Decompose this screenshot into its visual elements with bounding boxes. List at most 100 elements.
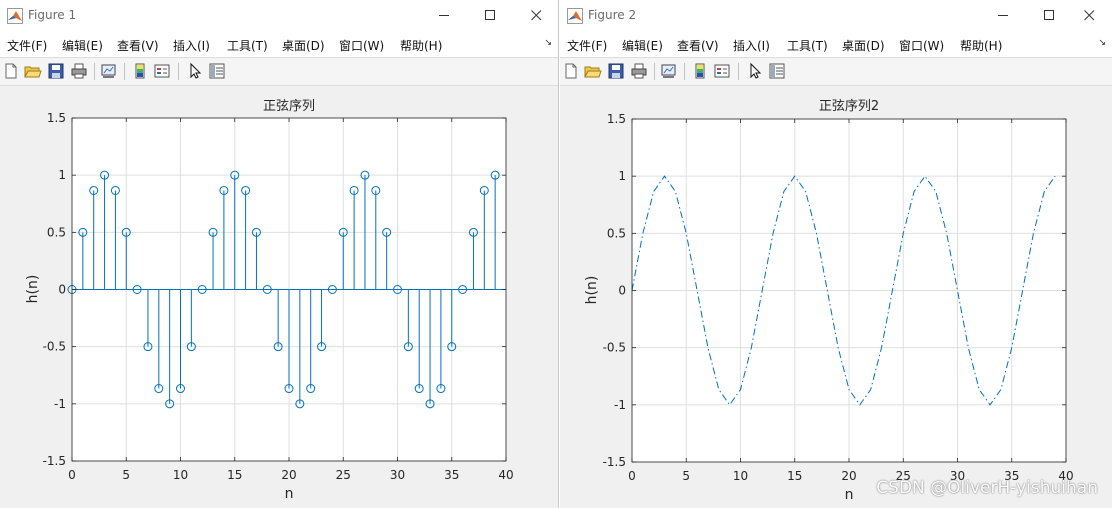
- toolbar-separator: [178, 63, 179, 80]
- menu-view[interactable]: 查看(V): [117, 37, 159, 54]
- y-tick-label: -1: [614, 398, 626, 412]
- toolbar-separator: [684, 63, 685, 80]
- matlab-logo-icon: [7, 8, 23, 24]
- property-inspector-icon[interactable]: [768, 62, 786, 80]
- x-tick-label: 35: [444, 468, 459, 482]
- y-tick-label: 1.5: [47, 111, 66, 125]
- close-icon: [531, 10, 542, 21]
- save-icon[interactable]: [47, 62, 65, 80]
- maximize-icon: [485, 10, 495, 20]
- x-tick-label: 10: [173, 468, 188, 482]
- close-icon: [1084, 10, 1095, 21]
- matlab-logo-icon: [567, 8, 583, 24]
- print-icon[interactable]: [70, 62, 88, 80]
- link-plot-icon[interactable]: [660, 62, 678, 80]
- close-button[interactable]: [1066, 0, 1112, 31]
- minimize-icon: [998, 15, 1008, 16]
- menu-window[interactable]: 窗口(W): [899, 37, 944, 54]
- save-icon[interactable]: [607, 62, 625, 80]
- open-icon[interactable]: [584, 62, 602, 80]
- menu-tools[interactable]: 工具(T): [787, 37, 828, 54]
- y-tick-label: -1.5: [603, 455, 626, 469]
- y-tick-label: -1.5: [43, 454, 66, 468]
- y-tick-label: 1.5: [607, 112, 626, 126]
- window-title: Figure 2: [588, 8, 637, 22]
- menu-insert[interactable]: 插入(I): [173, 37, 210, 54]
- menu-help[interactable]: 帮助(H): [400, 37, 442, 54]
- select-pointer-icon[interactable]: [746, 62, 764, 80]
- minimize-icon: [439, 15, 449, 16]
- colorbar-icon[interactable]: [131, 62, 149, 80]
- legend-icon[interactable]: [153, 62, 171, 80]
- y-axis-label: h(n): [25, 275, 41, 304]
- x-tick-label: 25: [336, 468, 351, 482]
- y-tick-label: 1: [58, 168, 66, 182]
- line-plot-canvas[interactable]: 0 5 10 15 20 25 30 35 401.510.50-0.5-1-1.5 正弦序列2…: [560, 88, 1112, 508]
- colorbar-icon[interactable]: [691, 62, 709, 80]
- menu-edit[interactable]: 编辑(E): [622, 37, 663, 54]
- x-tick-label: 30: [390, 468, 405, 482]
- y-tick-label: -0.5: [603, 341, 626, 355]
- toolbar-separator: [124, 63, 125, 80]
- new-figure-icon[interactable]: [562, 62, 580, 80]
- chart-title: 正弦序列2: [819, 98, 879, 114]
- menu-bar: 文件(F) 编辑(E) 查看(V) 插入(I) 工具(T) 桌面(D) 窗口(W…: [0, 31, 558, 57]
- figure-window-2: Figure 2 文件(F) 编辑(E) 查看(V) 插入(I) 工具(T) 桌…: [560, 0, 1112, 508]
- select-pointer-icon[interactable]: [186, 62, 204, 80]
- y-tick-label: 1: [618, 169, 626, 183]
- x-tick-label: 15: [787, 469, 802, 483]
- toolbar-separator: [654, 63, 655, 80]
- menu-insert[interactable]: 插入(I): [733, 37, 770, 54]
- menu-desktop[interactable]: 桌面(D): [282, 37, 325, 54]
- y-tick-label: 0: [618, 284, 626, 298]
- figure-toolbar: [0, 57, 558, 86]
- stem-plot-canvas[interactable]: 0 5 10 15 20 25 30 35 401.510.50-0.5-1-1.5 正弦序列 …: [0, 88, 558, 508]
- x-tick-label: 40: [498, 468, 513, 482]
- y-tick-label: -0.5: [43, 340, 66, 354]
- link-plot-icon[interactable]: [100, 62, 118, 80]
- maximize-icon: [1044, 10, 1054, 20]
- chart-title: 正弦序列: [263, 98, 315, 114]
- menu-file[interactable]: 文件(F): [567, 37, 607, 54]
- y-axis-label: h(n): [584, 276, 600, 305]
- y-tick-label: 0.5: [607, 226, 626, 240]
- menu-help[interactable]: 帮助(H): [960, 37, 1002, 54]
- new-figure-icon[interactable]: [2, 62, 20, 80]
- print-icon[interactable]: [630, 62, 648, 80]
- menu-desktop[interactable]: 桌面(D): [842, 37, 885, 54]
- x-tick-label: 10: [733, 469, 748, 483]
- menu-bar: 文件(F) 编辑(E) 查看(V) 插入(I) 工具(T) 桌面(D) 窗口(W…: [560, 31, 1112, 57]
- open-icon[interactable]: [24, 62, 42, 80]
- x-axis-label: n: [285, 486, 294, 502]
- close-button[interactable]: [513, 0, 558, 31]
- minimize-button[interactable]: [980, 0, 1026, 31]
- minimize-button[interactable]: [421, 0, 467, 31]
- toolbar-separator: [738, 63, 739, 80]
- figure-toolbar: [560, 57, 1112, 86]
- title-bar[interactable]: Figure 2: [560, 0, 1112, 31]
- y-tick-label: 0.5: [47, 225, 66, 239]
- menu-edit[interactable]: 编辑(E): [62, 37, 103, 54]
- menu-window[interactable]: 窗口(W): [339, 37, 384, 54]
- legend-icon[interactable]: [713, 62, 731, 80]
- menu-view[interactable]: 查看(V): [677, 37, 719, 54]
- menu-dock-arrow-icon[interactable]: ↘: [544, 38, 552, 48]
- x-tick-label: 20: [281, 468, 296, 482]
- title-bar[interactable]: Figure 1: [0, 0, 558, 31]
- x-tick-label: 5: [682, 469, 690, 483]
- y-tick-label: 0: [58, 283, 66, 297]
- x-tick-label: 0: [68, 468, 76, 482]
- x-axis-label: n: [845, 487, 854, 503]
- maximize-button[interactable]: [467, 0, 513, 31]
- y-tick-label: -1: [54, 397, 66, 411]
- menu-dock-arrow-icon[interactable]: ↘: [1098, 38, 1106, 48]
- x-tick-label: 0: [628, 469, 636, 483]
- x-tick-label: 15: [227, 468, 242, 482]
- menu-file[interactable]: 文件(F): [7, 37, 47, 54]
- window-title: Figure 1: [28, 8, 77, 22]
- x-tick-label: 20: [841, 469, 856, 483]
- property-inspector-icon[interactable]: [208, 62, 226, 80]
- toolbar-separator: [94, 63, 95, 80]
- menu-tools[interactable]: 工具(T): [227, 37, 268, 54]
- x-tick-label: 5: [122, 468, 130, 482]
